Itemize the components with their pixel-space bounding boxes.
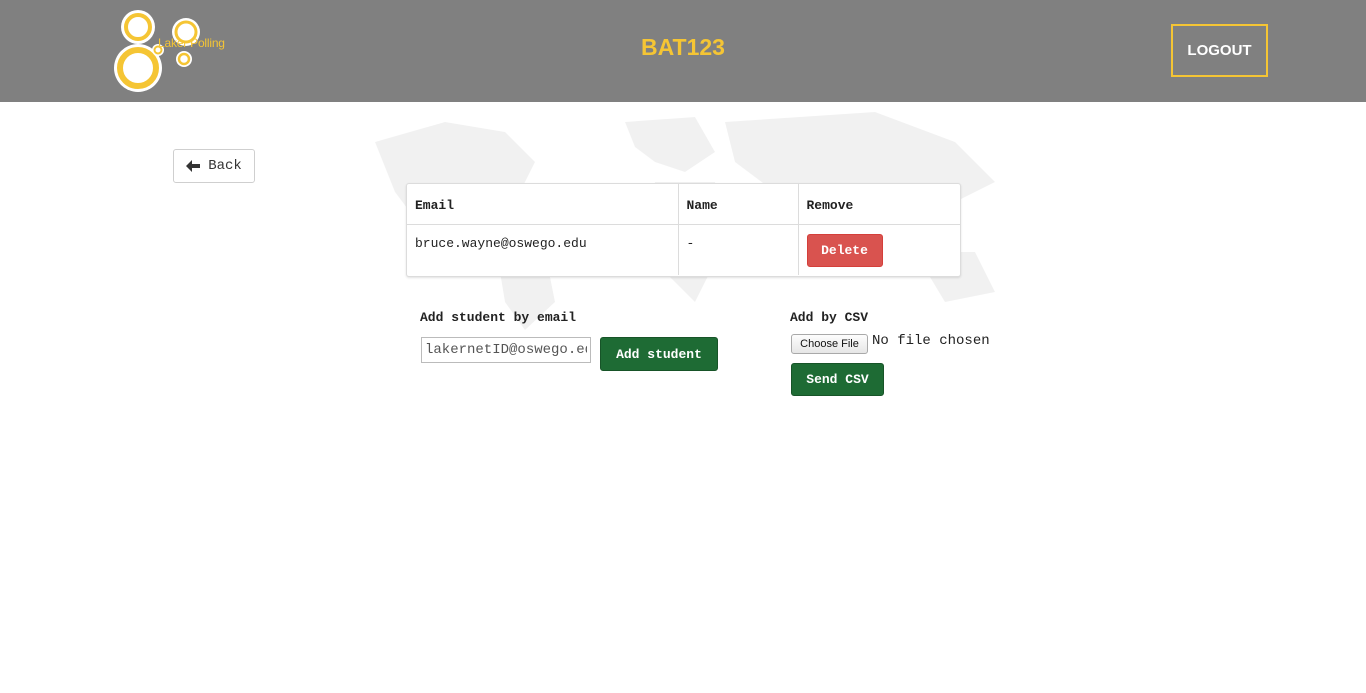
back-button-label: Back (208, 158, 242, 174)
file-status-text: No file chosen (872, 333, 990, 349)
column-header-email: Email (415, 198, 455, 213)
table-row: bruce.wayne@oswego.edu - Delete (407, 223, 960, 275)
column-header-remove: Remove (797, 184, 960, 224)
arrow-left-icon (186, 160, 201, 172)
send-csv-button[interactable]: Send CSV (791, 363, 884, 396)
choose-file-button[interactable]: Choose File (791, 334, 868, 354)
students-table: Email Name Remove bruce.wayne@oswego.edu… (406, 183, 961, 277)
student-email-cell: bruce.wayne@oswego.edu (407, 223, 678, 275)
add-student-button[interactable]: Add student (600, 337, 718, 371)
table-header-row: Email Name Remove (407, 184, 960, 224)
student-remove-cell: Delete (797, 223, 960, 275)
student-name-cell: - (677, 223, 798, 275)
logout-button[interactable]: LOGOUT (1171, 24, 1268, 77)
back-button[interactable]: Back (173, 149, 255, 183)
delete-student-button[interactable]: Delete (806, 233, 883, 267)
add-by-email-label: Add student by email (420, 310, 577, 325)
student-email-input[interactable] (421, 337, 591, 363)
add-by-csv-label: Add by CSV (790, 310, 869, 325)
top-header: Laker Polling BAT123 LOGOUT (0, 0, 1366, 102)
column-header-name: Name (677, 184, 798, 224)
page-title: BAT123 (641, 34, 725, 60)
